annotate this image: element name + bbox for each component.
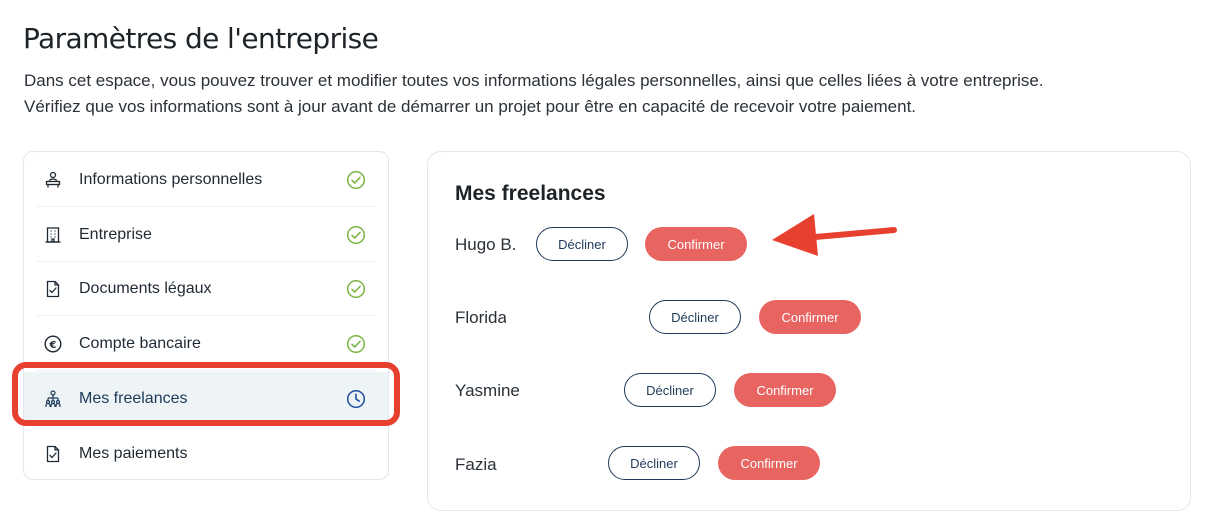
sidebar-item-informations-personnelles[interactable]: Informations personnelles [24, 153, 388, 207]
settings-sidebar: Informations personnelles Entreprise Doc [23, 151, 389, 480]
sidebar-item-label: Documents légaux [79, 280, 212, 297]
freelance-name: Hugo B. [455, 235, 517, 254]
document-check-icon [46, 445, 60, 463]
page-title: Paramètres de l'entreprise [23, 22, 379, 55]
sidebar-item-label: Entreprise [79, 226, 152, 243]
euro-circle-icon: € [44, 335, 62, 353]
panel-title: Mes freelances [455, 182, 606, 205]
freelance-name: Yasmine [455, 381, 520, 400]
arrow-annotation-icon [772, 214, 897, 256]
check-circle-icon [346, 334, 366, 354]
sidebar-item-label: Mes paiements [79, 445, 188, 462]
check-circle-icon [346, 170, 366, 190]
description-line-2: Vérifiez que vos informations sont à jou… [24, 97, 917, 116]
decline-button[interactable]: Décliner [536, 227, 628, 261]
freelance-name: Fazia [455, 455, 497, 474]
decline-button[interactable]: Décliner [624, 373, 716, 407]
document-check-icon [46, 280, 60, 298]
confirm-button[interactable]: Confirmer [759, 300, 861, 334]
svg-text:€: € [49, 340, 57, 351]
check-circle-icon [346, 279, 366, 299]
decline-button[interactable]: Décliner [649, 300, 741, 334]
description-line-1: Dans cet espace, vous pouvez trouver et … [24, 71, 1044, 90]
sidebar-item-entreprise[interactable]: Entreprise [24, 208, 388, 262]
clock-icon [346, 389, 366, 409]
sidebar-item-compte-bancaire[interactable]: € Compte bancaire [24, 317, 388, 371]
sidebar-item-label: Informations personnelles [79, 171, 263, 188]
building-icon [45, 227, 61, 243]
team-icon [45, 390, 61, 407]
confirm-button[interactable]: Confirmer [718, 446, 820, 480]
confirm-button[interactable]: Confirmer [645, 227, 747, 261]
freelance-name: Florida [455, 308, 506, 327]
sidebar-item-label: Compte bancaire [79, 335, 201, 352]
sidebar-item-mes-freelances[interactable]: Mes freelances [24, 372, 388, 426]
sidebar-item-documents-legaux[interactable]: Documents légaux [24, 262, 388, 316]
sidebar-item-label: Mes freelances [79, 390, 188, 407]
person-desk-icon [45, 171, 61, 188]
page-description: Dans cet espace, vous pouvez trouver et … [24, 68, 1044, 120]
decline-button[interactable]: Décliner [608, 446, 700, 480]
confirm-button[interactable]: Confirmer [734, 373, 836, 407]
sidebar-item-mes-paiements[interactable]: Mes paiements [24, 427, 388, 481]
check-circle-icon [346, 225, 366, 245]
